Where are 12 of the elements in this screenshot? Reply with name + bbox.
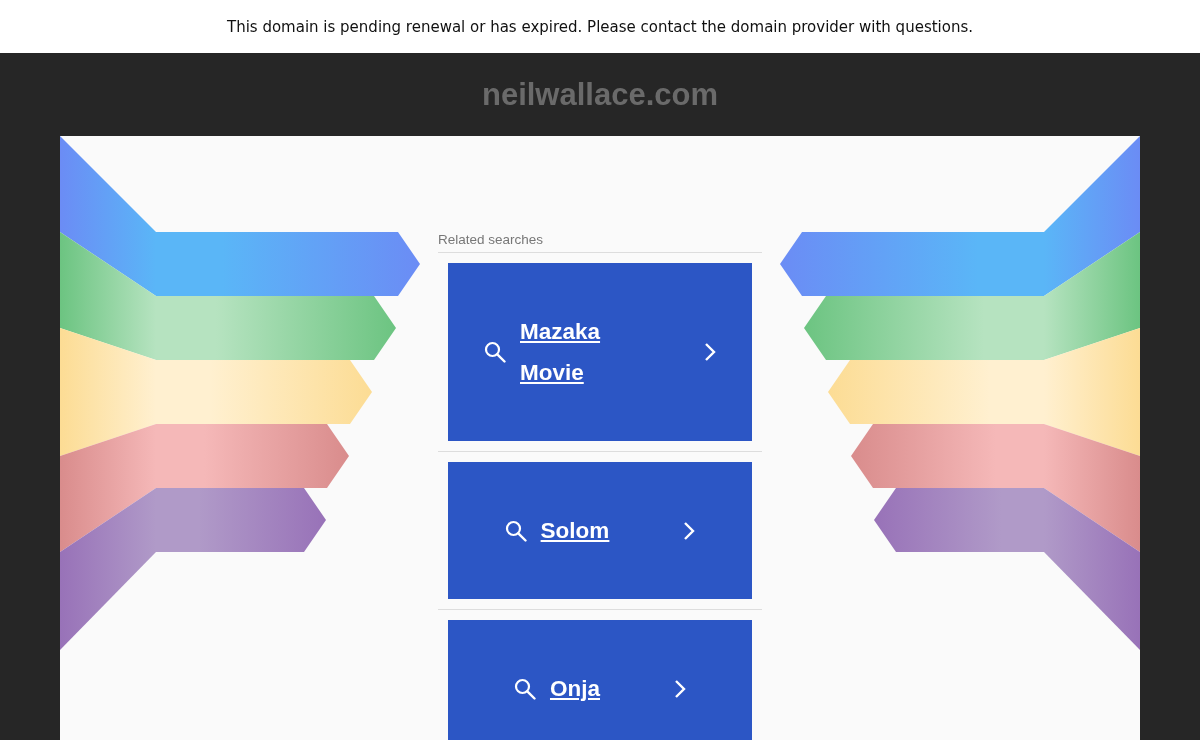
related-search-link[interactable]: Onja [448, 620, 752, 740]
chevron-right-icon [704, 342, 716, 362]
related-searches-heading: Related searches [438, 232, 762, 253]
related-search-link[interactable]: Mazaka Movie [448, 263, 752, 441]
search-icon [514, 677, 536, 700]
chevron-right-icon [683, 520, 696, 541]
expiry-notice: This domain is pending renewal or has expired. Please contact the domain provider with questions. [227, 17, 973, 36]
search-icon [484, 341, 506, 363]
search-icon [504, 519, 527, 542]
chevron-right-icon [674, 678, 686, 699]
domain-title: neilwallace.com [480, 75, 720, 114]
related-search-link[interactable]: Solom [448, 462, 752, 599]
